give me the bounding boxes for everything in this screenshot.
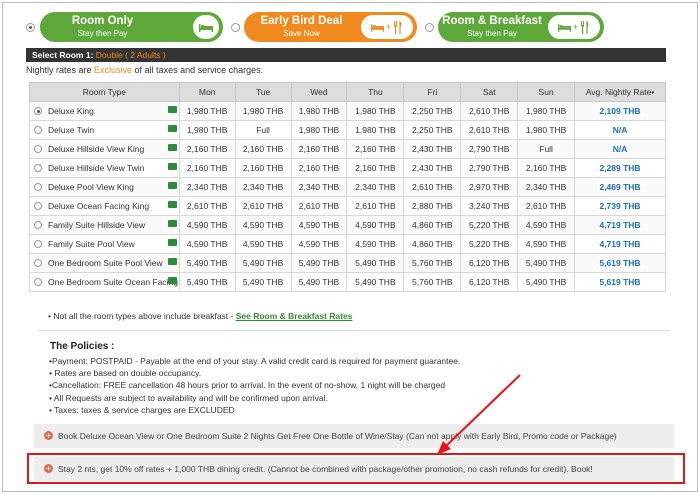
- annotation-arrow-icon: [437, 374, 521, 455]
